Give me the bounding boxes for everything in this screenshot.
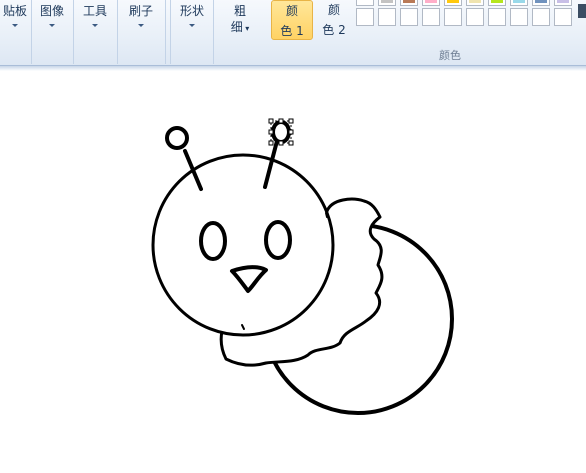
palette-swatch[interactable] <box>378 8 396 26</box>
swatch-color <box>469 11 481 23</box>
shapes-label: 形状 <box>179 4 204 18</box>
palette-swatch[interactable] <box>554 8 572 26</box>
swatch-color <box>513 0 525 3</box>
swatch-color <box>381 11 393 23</box>
palette-swatch[interactable] <box>510 8 528 26</box>
palette-swatch[interactable] <box>356 8 374 26</box>
color2-button[interactable]: 颜 色 2 <box>313 0 355 40</box>
swatch-color <box>425 11 437 23</box>
color1-label-top: 颜 <box>285 4 298 18</box>
chevron-down-icon <box>49 24 55 27</box>
image-button[interactable]: 图像 <box>32 0 72 64</box>
clipboard-label: 贴板 <box>2 4 27 18</box>
palette-swatch[interactable] <box>532 0 550 6</box>
palette-swatch[interactable] <box>488 0 506 6</box>
swatch-color <box>491 11 503 23</box>
swatch-color <box>447 11 459 23</box>
clipboard-group: 贴板 <box>0 0 32 64</box>
palette-swatch[interactable] <box>400 8 418 26</box>
right-antenna-ball <box>271 120 291 144</box>
palette-swatch[interactable] <box>466 8 484 26</box>
chevron-down-icon <box>12 24 18 27</box>
color1-label-bottom: 色 1 <box>280 24 304 38</box>
shapes-button[interactable]: 形状 <box>171 0 213 64</box>
palette-swatch[interactable] <box>444 8 462 26</box>
swatch-color <box>359 0 371 3</box>
brushes-label: 刷子 <box>128 4 153 18</box>
palette-swatch[interactable] <box>510 0 528 6</box>
swatch-color <box>403 11 415 23</box>
palette-swatch[interactable] <box>378 0 396 6</box>
ribbon: 贴板 图像 工具 刷子 形状 粗 细 ▾ 颜 色 1 颜 色 2 颜色 <box>0 0 586 66</box>
swatch-color <box>359 11 371 23</box>
tools-button[interactable]: 工具 <box>74 0 116 64</box>
palette-swatch[interactable] <box>554 0 572 6</box>
edit-colors-icon[interactable] <box>578 4 586 18</box>
chevron-down-icon <box>92 24 98 27</box>
chevron-down-icon: ▾ <box>242 24 250 33</box>
swatch-color <box>381 0 393 3</box>
color2-label-bottom: 色 2 <box>322 23 346 37</box>
swatch-color <box>535 0 547 3</box>
head-mark <box>325 212 328 218</box>
size-button[interactable]: 粗 细 ▾ <box>220 0 260 64</box>
image-group: 图像 <box>32 0 74 64</box>
brushes-button[interactable]: 刷子 <box>118 0 164 64</box>
swatch-color <box>535 11 547 23</box>
image-label: 图像 <box>39 4 64 18</box>
swatch-color <box>491 0 503 3</box>
chevron-down-icon <box>189 24 195 27</box>
size-label-top: 粗 <box>233 4 246 18</box>
colors-group-label: 颜色 <box>439 49 461 62</box>
color1-button[interactable]: 颜 色 1 <box>271 0 313 40</box>
drawing-canvas[interactable] <box>0 71 586 473</box>
color2-label-top: 颜 <box>327 3 340 17</box>
tools-label: 工具 <box>82 4 107 18</box>
tools-group: 工具 <box>74 0 118 64</box>
swatch-color <box>403 0 415 3</box>
palette-swatch[interactable] <box>422 8 440 26</box>
size-label-bottom: 细 <box>230 20 243 34</box>
palette-swatch[interactable] <box>532 8 550 26</box>
swatch-color <box>557 11 569 23</box>
palette-swatch[interactable] <box>488 8 506 26</box>
palette-swatch[interactable] <box>444 0 462 6</box>
head-circle <box>151 153 335 337</box>
swatch-color <box>425 0 437 3</box>
swatch-color <box>513 11 525 23</box>
palette-swatch[interactable] <box>400 0 418 6</box>
palette-swatch[interactable] <box>466 0 484 6</box>
palette-swatch[interactable] <box>356 0 374 6</box>
clipboard-button[interactable]: 贴板 <box>0 0 30 64</box>
left-antenna-ball <box>165 126 189 150</box>
swatch-color <box>557 0 569 3</box>
shapes-group: 形状 <box>170 0 214 64</box>
palette-swatch[interactable] <box>422 0 440 6</box>
swatch-color <box>469 0 481 3</box>
swatch-color <box>447 0 459 3</box>
chevron-down-icon <box>138 24 144 27</box>
brushes-group: 刷子 <box>118 0 166 64</box>
size-label-bottom-wrap: 细 ▾ <box>220 18 260 35</box>
